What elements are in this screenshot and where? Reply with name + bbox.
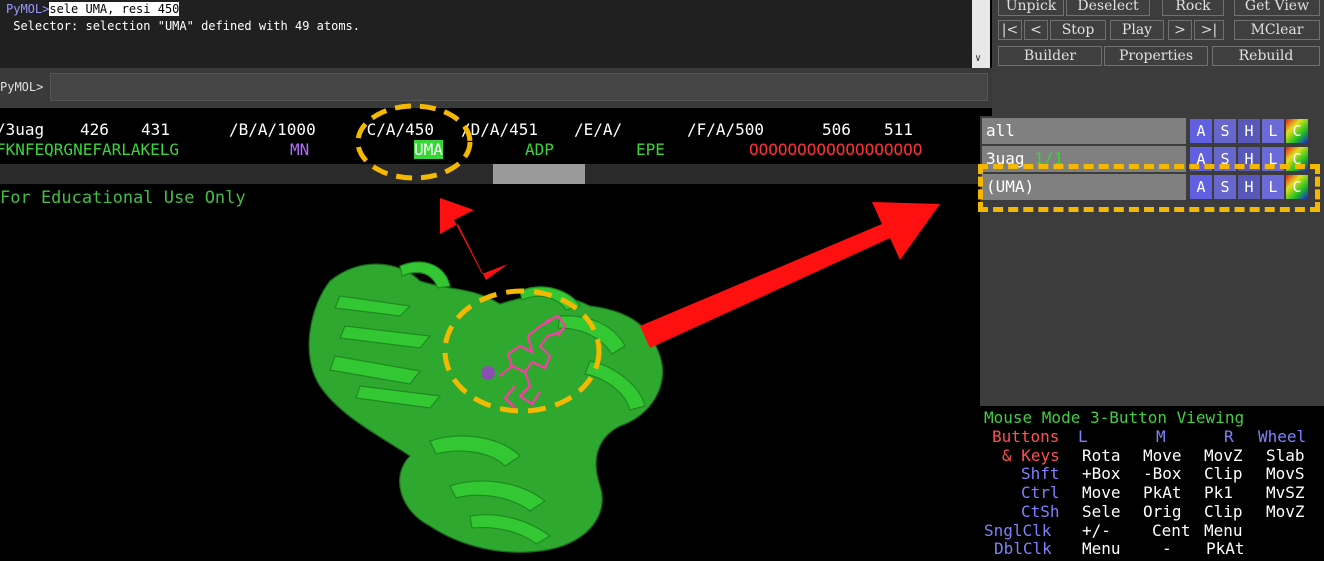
col-m: M — [1156, 427, 1166, 446]
log-output: Selector: selection "UMA" defined with 4… — [6, 19, 361, 33]
metal-ion — [481, 366, 495, 380]
seq-residue-epe[interactable]: EPE — [636, 140, 665, 159]
seq-chain-e: /E/A/ — [574, 120, 623, 139]
deselect-button[interactable]: Deselect — [1066, 0, 1150, 16]
seq-chain-b: /B/A/1000 — [229, 120, 316, 139]
rebuild-button[interactable]: Rebuild — [1212, 46, 1320, 66]
row-w: Slab — [1266, 446, 1305, 465]
play-button[interactable]: Play — [1110, 20, 1164, 40]
action-button[interactable]: A — [1190, 119, 1212, 143]
rock-button[interactable]: Rock — [1162, 0, 1224, 16]
control-panel: Unpick Deselect Rock Get View |< < Stop … — [992, 0, 1324, 116]
row-l: +Box — [1082, 464, 1121, 483]
log-prompt: PyMOL> — [6, 2, 50, 16]
row-key: Ctrl — [1021, 483, 1060, 502]
command-bar: PyMOL> — [0, 68, 992, 108]
row-m: Move — [1143, 446, 1182, 465]
seq-residue-mn[interactable]: MN — [290, 140, 309, 159]
sequence-scroll-thumb[interactable] — [493, 164, 585, 184]
row-m: -Box — [1143, 464, 1182, 483]
object-panel: all A S H L C 3uag 1/1 A S H L C (UMA) A… — [978, 116, 1324, 406]
get-view-button[interactable]: Get View — [1234, 0, 1320, 16]
row-key: CtSh — [1021, 502, 1060, 521]
row-m: - — [1162, 539, 1172, 558]
row-r: Clip — [1204, 464, 1243, 483]
row-m: Orig — [1143, 502, 1182, 521]
row-m: PkAt — [1143, 483, 1182, 502]
object-row-all[interactable]: all A S H L C — [982, 118, 1324, 144]
arrow-to-sequence — [440, 198, 508, 280]
back-button[interactable]: < — [1024, 20, 1048, 40]
color-button[interactable]: C — [1286, 119, 1308, 143]
output-log: PyMOL>sele UMA, resi 450 Selector: selec… — [0, 0, 972, 68]
row-l: Menu — [1082, 539, 1121, 558]
mouse-mode-title: Mouse Mode 3-Button Viewing — [984, 408, 1245, 427]
label-button[interactable]: L — [1262, 119, 1284, 143]
chevron-down-icon[interactable]: ∨ — [975, 53, 981, 64]
row-r: Menu — [1204, 521, 1243, 540]
command-prompt: PyMOL> — [0, 80, 44, 94]
molecule-viewport[interactable]: For Educational Use Only — [0, 186, 980, 561]
buttons-label: Buttons — [992, 427, 1060, 446]
seq-number-431: 431 — [141, 120, 170, 139]
seq-protein-residues[interactable]: FKNFEQRGNEFARLAKELG — [0, 140, 179, 159]
col-wheel: Wheel — [1258, 427, 1307, 446]
row-key: & Keys — [1002, 446, 1060, 465]
row-l: Sele — [1082, 502, 1121, 521]
row-r: MovZ — [1204, 446, 1243, 465]
protein-ribbons — [308, 261, 664, 553]
arrow-to-object-panel — [640, 202, 940, 348]
seq-number-511: 511 — [884, 120, 913, 139]
unpick-button[interactable]: Unpick — [998, 0, 1064, 16]
seq-number-426: 426 — [80, 120, 109, 139]
object-name[interactable]: all — [982, 118, 1186, 144]
row-key: SnglClk — [984, 521, 1052, 540]
row-key: DblClk — [994, 539, 1052, 558]
row-l: Rota — [1082, 446, 1121, 465]
col-r: R — [1224, 427, 1234, 446]
seq-chain-f: /F/A/500 — [687, 120, 765, 139]
seq-waters[interactable]: OOOOOOOOOOOOOOOOOO — [749, 140, 922, 159]
seq-object-label: /3uag — [0, 120, 45, 139]
object-highlight-box — [978, 164, 1320, 212]
row-w: MovS — [1266, 464, 1305, 483]
mouse-mode-panel[interactable]: Mouse Mode 3-Button Viewing Buttons L M … — [980, 406, 1324, 561]
row-key: Shft — [1021, 464, 1060, 483]
log-command: sele UMA, resi 450 — [49, 2, 180, 16]
row-w: MovZ — [1266, 502, 1305, 521]
row-r: Pk1 — [1204, 483, 1233, 502]
row-l: +/- — [1082, 521, 1111, 540]
command-input[interactable] — [50, 73, 988, 101]
show-button[interactable]: S — [1214, 119, 1236, 143]
row-r: Clip — [1204, 502, 1243, 521]
row-w: MvSZ — [1266, 483, 1305, 502]
protein-cartoon[interactable] — [0, 186, 980, 561]
sequence-scrollbar[interactable] — [0, 164, 980, 184]
properties-button[interactable]: Properties — [1104, 46, 1208, 66]
mclear-button[interactable]: MClear — [1234, 20, 1320, 40]
log-scrollbar[interactable]: ∨ — [972, 0, 990, 68]
seq-residue-adp[interactable]: ADP — [525, 140, 554, 159]
end-button[interactable]: >| — [1194, 20, 1224, 40]
log-command-line: PyMOL>sele UMA, resi 450 — [6, 2, 180, 16]
row-l: Move — [1082, 483, 1121, 502]
sequence-highlight-ellipse — [355, 103, 473, 181]
forward-button[interactable]: > — [1168, 20, 1192, 40]
col-l: L — [1078, 427, 1088, 446]
row-r: PkAt — [1206, 539, 1245, 558]
hide-button[interactable]: H — [1238, 119, 1260, 143]
row-m: Cent — [1152, 521, 1191, 540]
builder-button[interactable]: Builder — [998, 46, 1102, 66]
seq-number-506: 506 — [822, 120, 851, 139]
rewind-button[interactable]: |< — [998, 20, 1022, 40]
stop-button[interactable]: Stop — [1050, 20, 1106, 40]
